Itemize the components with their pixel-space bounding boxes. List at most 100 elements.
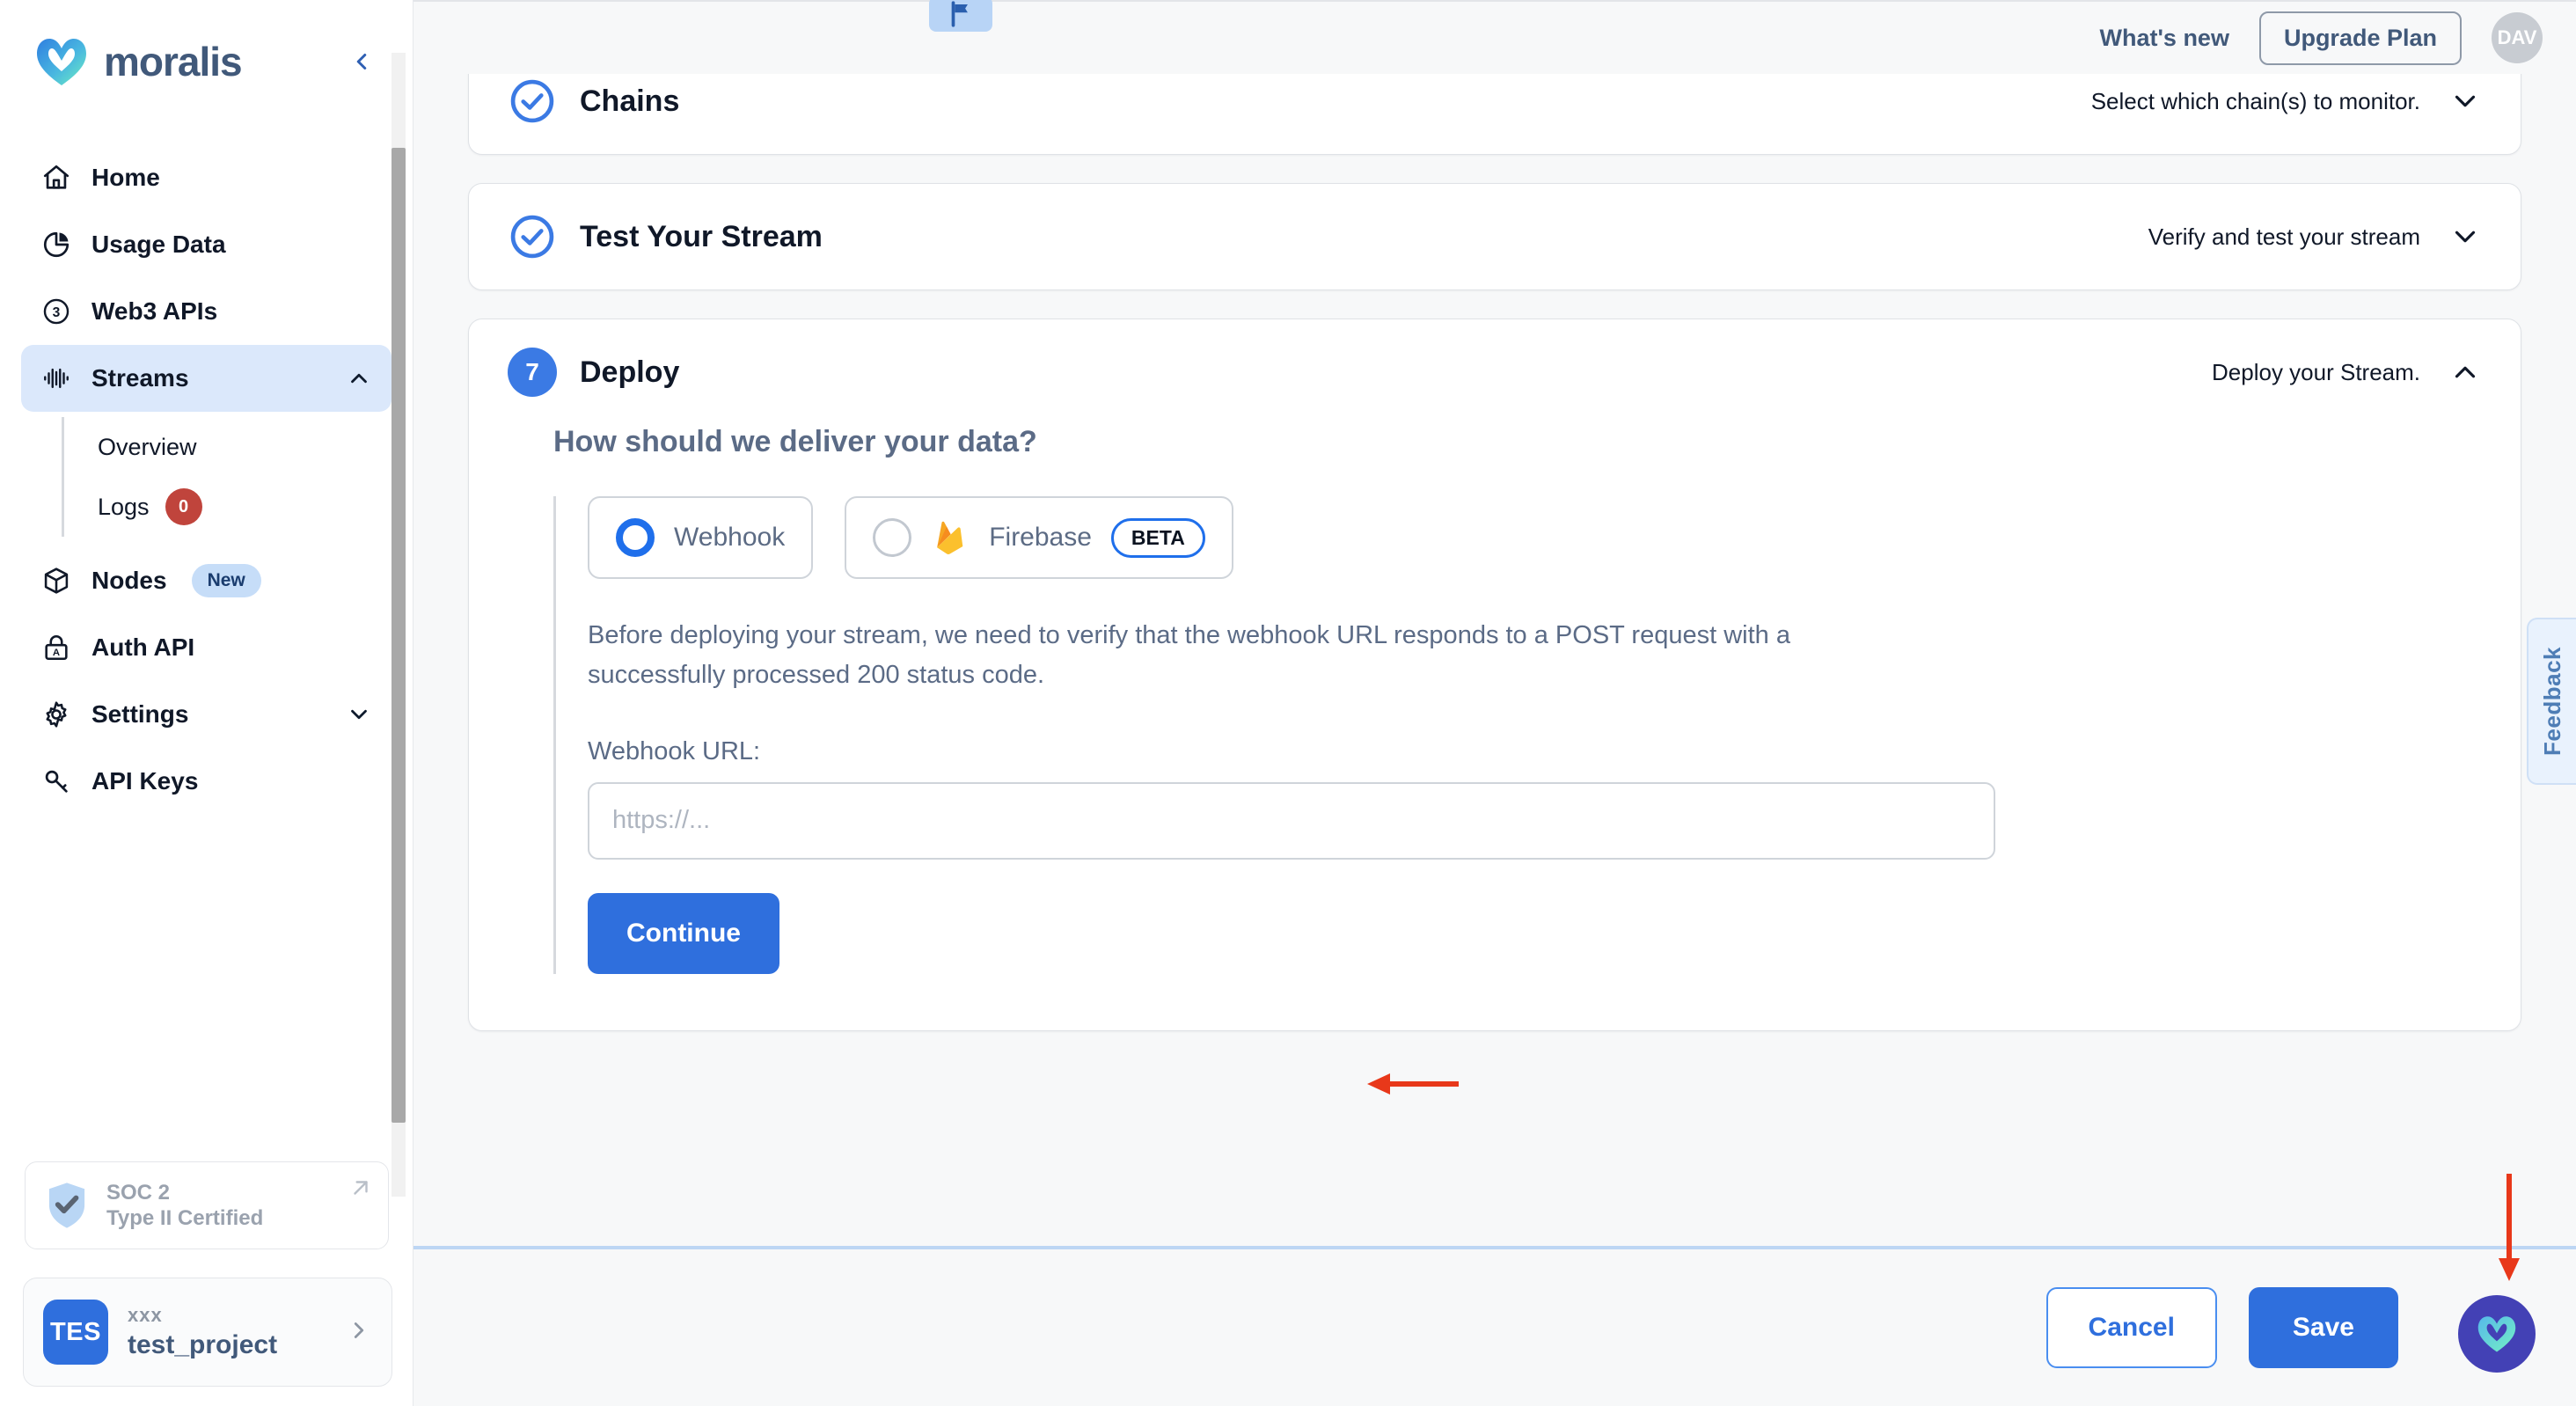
chevron-left-icon (356, 54, 367, 70)
sidebar-scrollbar-thumb[interactable] (392, 148, 406, 1123)
sidebar: moralis Home Usage Data 3 Web3 APIs Stre… (0, 0, 413, 1406)
feedback-tab[interactable]: Feedback (2527, 618, 2576, 785)
step-header-deploy[interactable]: 7 Deploy Deploy your Stream. (469, 319, 2521, 425)
user-avatar[interactable]: DAV (2492, 12, 2543, 63)
chevron-right-icon (346, 1317, 372, 1348)
soc2-line1: SOC 2 (106, 1180, 171, 1205)
deploy-body: How should we deliver your data? Webhook (469, 425, 2521, 1030)
sidebar-item-label: Usage Data (91, 231, 226, 258)
firebase-icon (937, 521, 963, 554)
step-card-chains: Chains Select which chain(s) to monitor. (468, 74, 2521, 155)
step-number-badge: 7 (508, 348, 557, 397)
sidebar-collapse-button[interactable] (342, 42, 381, 81)
webhook-url-label: Webhook URL: (588, 736, 761, 765)
pie-chart-icon (40, 229, 72, 260)
check-circle-icon (510, 79, 554, 123)
sidebar-item-auth-api[interactable]: A Auth API (21, 614, 392, 681)
streams-subnav: Overview Logs 0 (62, 417, 392, 537)
radio-firebase-icon[interactable] (873, 518, 912, 557)
save-button[interactable]: Save (2248, 1287, 2398, 1368)
brand-logo[interactable]: moralis (35, 36, 243, 87)
sidebar-item-usage-data[interactable]: Usage Data (21, 211, 392, 278)
sidebar-item-label: Auth API (91, 633, 195, 661)
upgrade-plan-button[interactable]: Upgrade Plan (2258, 11, 2462, 65)
option-webhook[interactable]: Webhook (588, 496, 814, 579)
home-icon (40, 162, 72, 194)
flag-icon (951, 1, 968, 27)
sidebar-nav: Home Usage Data 3 Web3 APIs Streams Over… (0, 123, 413, 815)
chevron-down-icon[interactable] (2448, 84, 2482, 118)
main-content: What's new Upgrade Plan DAV Chains Selec… (413, 0, 2576, 1406)
sidebar-subitem-logs[interactable]: Logs 0 (64, 477, 392, 537)
step-hint: Select which chain(s) to monitor. (2090, 87, 2420, 114)
step-card-test-your-stream: Test Your Stream Verify and test your st… (468, 183, 2521, 290)
cancel-button[interactable]: Cancel (2045, 1287, 2217, 1368)
sidebar-subitem-label: Logs (98, 493, 150, 520)
chat-widget-button[interactable] (2458, 1295, 2536, 1373)
soc2-text: SOC 2 Type II Certified (106, 1180, 263, 1232)
cube-icon (40, 565, 72, 597)
svg-text:A: A (53, 648, 60, 658)
webhook-url-input[interactable] (588, 781, 1995, 860)
sidebar-item-api-keys[interactable]: API Keys (21, 748, 392, 815)
external-link-icon (349, 1176, 372, 1204)
delivery-method-options: Webhook Firebase BETA (588, 496, 2482, 579)
soc2-certification-card[interactable]: SOC 2 Type II Certified (25, 1161, 389, 1249)
chevron-up-icon[interactable] (2448, 355, 2482, 389)
deploy-indent-rail: Webhook Firebase BETA Before deploying y… (553, 496, 2482, 974)
step-hint: Deploy your Stream. (2212, 358, 2420, 385)
circle-three-icon: 3 (40, 296, 72, 327)
key-icon (40, 765, 72, 797)
deploy-question: How should we deliver your data? (553, 425, 1037, 458)
project-name: test_project (128, 1330, 278, 1359)
footer-actions: Cancel Save (413, 1249, 2576, 1406)
moralis-chat-icon (2477, 1316, 2516, 1352)
sidebar-item-streams[interactable]: Streams (21, 345, 392, 412)
lock-a-icon: A (40, 632, 72, 663)
chevron-down-icon[interactable] (346, 701, 372, 728)
svg-text:3: 3 (53, 305, 61, 320)
sidebar-item-nodes[interactable]: Nodes New (21, 547, 392, 614)
step-title: Deploy (580, 355, 680, 389)
nodes-new-badge: New (191, 564, 261, 597)
project-text: xxx test_project (128, 1304, 277, 1360)
feedback-label: Feedback (2538, 647, 2565, 756)
sidebar-item-label: Home (91, 164, 160, 191)
sidebar-item-label: Settings (91, 700, 189, 728)
option-firebase[interactable]: Firebase BETA (845, 496, 1233, 579)
sidebar-item-label: Nodes (91, 567, 167, 594)
option-label: Firebase (989, 523, 1092, 552)
logs-count-badge: 0 (165, 488, 202, 525)
sidebar-header: moralis (0, 0, 413, 123)
project-switcher[interactable]: TES xxx test_project (23, 1278, 392, 1387)
chevron-down-icon[interactable] (2448, 220, 2482, 253)
project-avatar: TES (43, 1300, 108, 1365)
deploy-description: Before deploying your stream, we need to… (588, 621, 1790, 689)
soc2-line2: Type II Certified (106, 1206, 264, 1230)
chevron-up-icon[interactable] (346, 365, 372, 392)
waveform-icon (40, 362, 72, 394)
step-hint: Verify and test your stream (2148, 223, 2420, 250)
sidebar-item-label: API Keys (91, 767, 199, 795)
check-circle-icon (510, 215, 554, 259)
brand-name: moralis (104, 39, 243, 84)
sidebar-item-label: Web3 APIs (91, 297, 218, 325)
continue-button[interactable]: Continue (588, 892, 779, 974)
sidebar-item-home[interactable]: Home (21, 144, 392, 211)
sidebar-subitem-overview[interactable]: Overview (64, 417, 392, 477)
step-card-deploy: 7 Deploy Deploy your Stream. How should … (468, 319, 2521, 1031)
project-org: xxx (128, 1304, 163, 1326)
sidebar-item-web3-apis[interactable]: 3 Web3 APIs (21, 278, 392, 345)
steps-scroll-area: Chains Select which chain(s) to monitor.… (413, 74, 2576, 1246)
whats-new-link[interactable]: What's new (2100, 25, 2229, 52)
flag-badge[interactable] (929, 0, 992, 32)
beta-badge: BETA (1110, 517, 1205, 558)
step-title: Test Your Stream (580, 219, 823, 253)
step-header-chains[interactable]: Chains Select which chain(s) to monitor. (469, 74, 2521, 154)
sidebar-item-label: Streams (91, 364, 189, 392)
sidebar-item-settings[interactable]: Settings (21, 681, 392, 748)
radio-webhook-icon[interactable] (616, 518, 655, 557)
topbar: What's new Upgrade Plan DAV (413, 0, 2576, 74)
shield-check-icon (48, 1183, 85, 1228)
step-header-test-your-stream[interactable]: Test Your Stream Verify and test your st… (469, 184, 2521, 289)
